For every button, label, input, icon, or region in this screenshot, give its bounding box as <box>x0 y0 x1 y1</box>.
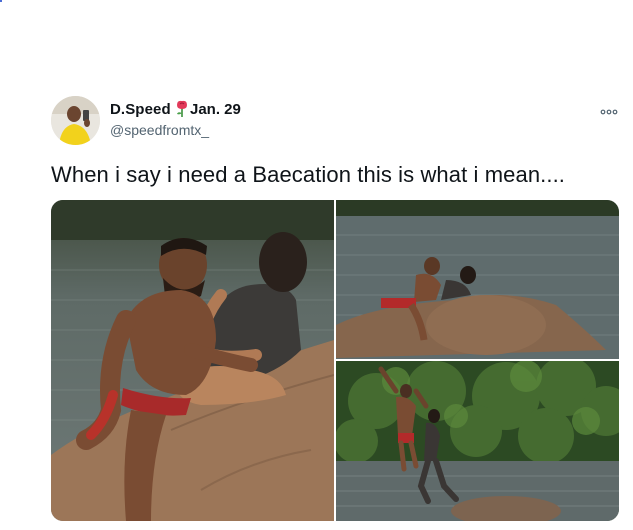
avatar[interactable] <box>51 96 100 145</box>
photo-couple-jumping-into-water[interactable] <box>336 361 619 521</box>
tweet-text: When i say i need a Baecation this is wh… <box>51 162 566 187</box>
rose-emoji-icon <box>175 100 189 118</box>
display-name[interactable]: D.Speed <box>110 101 171 118</box>
tweet-card[interactable]: D.Speed Jan. 29 @speedfromtx_ When i say… <box>0 0 633 530</box>
user-handle[interactable]: @speedfromtx_ <box>110 122 209 138</box>
tweet-date[interactable]: Jan. 29 <box>190 101 241 118</box>
more-options-icon[interactable] <box>600 103 618 115</box>
media-grid <box>51 200 619 521</box>
photo-couple-on-elephant-closeup[interactable] <box>51 200 334 521</box>
photo-couple-on-elephant-wide[interactable] <box>336 200 619 359</box>
